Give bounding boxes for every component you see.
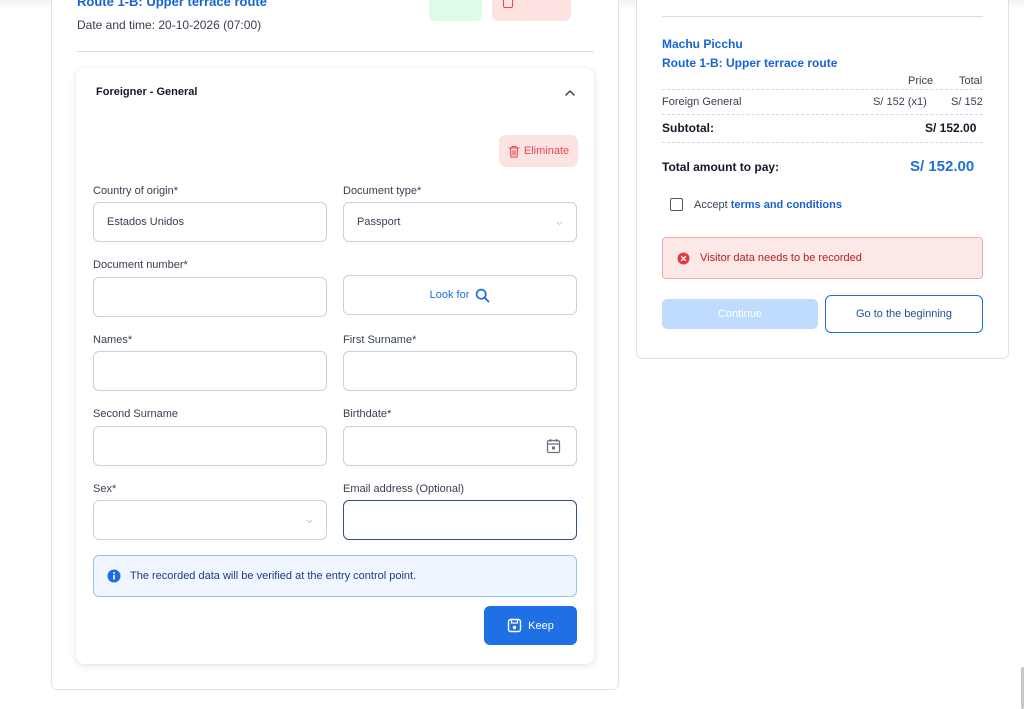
doc-type-label: Document type* <box>343 185 422 197</box>
top-delete-button[interactable] <box>492 0 571 21</box>
error-alert: Visitor data needs to be recorded <box>662 237 983 279</box>
terms-link[interactable]: terms and conditions <box>731 199 842 211</box>
continue-button[interactable]: Continue <box>662 299 818 329</box>
keep-button[interactable]: Keep <box>484 606 577 645</box>
summary-route: Route 1-B: Upper terrace route <box>662 56 838 70</box>
subtotal-label: Subtotal: <box>662 121 714 135</box>
birthdate-label: Birthdate* <box>343 408 392 420</box>
doc-number-input[interactable] <box>93 277 327 317</box>
email-input[interactable] <box>343 500 577 540</box>
doc-type-select[interactable]: Passport <box>343 202 577 242</box>
look-for-button[interactable]: Look for <box>343 275 577 315</box>
email-label: Email address (Optional) <box>343 483 465 495</box>
birthdate-input[interactable] <box>343 426 577 466</box>
panel-title: Foreigner - General <box>96 86 198 98</box>
second-surname-input[interactable] <box>93 426 327 466</box>
item-total: S/ 152 <box>951 96 983 108</box>
country-label: Country of origin* <box>93 185 178 197</box>
trash-icon <box>503 0 513 8</box>
col-total-header: Total <box>959 75 983 87</box>
country-field[interactable]: Estados Unidos <box>93 202 327 242</box>
terms-text: Accept terms and conditions <box>694 199 842 211</box>
total-value: S/ 152.00 <box>910 158 975 175</box>
total-label: Total amount to pay: <box>662 160 780 174</box>
divider <box>662 16 983 17</box>
summary-site: Machu Picchu <box>662 37 743 51</box>
accept-prefix: Accept <box>694 199 728 211</box>
eliminate-button[interactable]: Eliminate <box>499 135 578 167</box>
chevron-down-icon <box>556 221 563 226</box>
route-title: Route 1-B: Upper terrace route <box>77 0 267 9</box>
calendar-icon[interactable] <box>546 438 561 454</box>
date-time: Date and time: 20-10-2026 (07:00) <box>77 18 262 32</box>
eliminate-label: Eliminate <box>523 145 570 157</box>
keep-label: Keep <box>528 619 554 632</box>
info-text: The recorded data will be verified at th… <box>130 570 417 582</box>
sex-select[interactable] <box>93 500 327 540</box>
first-surname-input[interactable] <box>343 351 577 391</box>
go-to-beginning-button[interactable]: Go to the beginning <box>825 295 983 333</box>
chevron-up-icon[interactable] <box>563 86 577 100</box>
chevron-down-icon <box>306 519 313 524</box>
col-price-header: Price <box>908 75 934 87</box>
look-for-label: Look for <box>429 289 470 301</box>
divider <box>662 142 983 143</box>
divider <box>662 89 983 90</box>
alert-text: Visitor data needs to be recorded <box>700 252 862 264</box>
search-icon <box>476 288 490 302</box>
save-icon <box>507 618 522 633</box>
names-input[interactable] <box>93 351 327 391</box>
item-price: S/ 152 (x1) <box>873 96 927 108</box>
first-surname-label: First Surname* <box>343 334 417 346</box>
divider <box>662 114 983 115</box>
subtotal-value: S/ 152.00 <box>925 121 977 135</box>
doc-type-value: Passport <box>357 216 401 228</box>
country-value: Estados Unidos <box>107 216 185 228</box>
error-icon <box>677 252 690 264</box>
item-name: Foreign General <box>662 96 742 108</box>
trash-icon <box>508 145 520 158</box>
terms-checkbox[interactable] <box>670 198 683 211</box>
info-icon <box>107 569 121 583</box>
second-surname-label: Second Surname <box>93 408 178 420</box>
doc-number-label: Document number* <box>93 259 188 271</box>
divider <box>77 51 594 52</box>
names-label: Names* <box>93 334 133 346</box>
info-banner: The recorded data will be verified at th… <box>93 555 577 597</box>
top-action-button[interactable] <box>429 0 482 21</box>
sex-label: Sex* <box>93 483 117 495</box>
